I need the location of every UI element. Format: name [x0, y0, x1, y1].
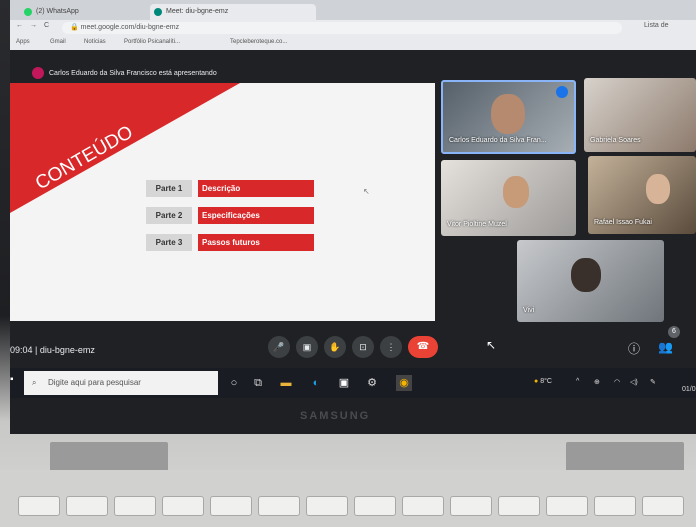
meet-icon: [154, 8, 162, 16]
participant-video: [571, 258, 601, 292]
keyboard-key: [66, 496, 108, 516]
bookmark-noticias[interactable]: Notícias: [84, 39, 106, 45]
forward-icon[interactable]: →: [30, 22, 37, 29]
keyboard-key: [18, 496, 60, 516]
bookmark-tepcle[interactable]: Tepcleberoteque.co...: [230, 39, 287, 45]
cortana-icon[interactable]: ○: [226, 375, 242, 391]
presenter-avatar: [32, 67, 44, 79]
mouse-cursor-icon: ↖: [486, 338, 497, 352]
network-icon[interactable]: ⊕: [594, 378, 600, 386]
raise-hand-button[interactable]: ✋: [324, 336, 346, 358]
url-field[interactable]: 🔒 meet.google.com/diu-bgne-emz: [62, 22, 622, 34]
participants-icon[interactable]: 👥: [658, 340, 673, 354]
lock-icon: 🔒: [70, 24, 81, 31]
keyboard-key: [642, 496, 684, 516]
store-icon[interactable]: ▣: [336, 375, 352, 391]
browser-tab-bar: (2) WhatsApp Meet: diu-bgne-emz: [10, 0, 696, 20]
settings-icon[interactable]: ⚙: [364, 375, 380, 391]
present-button[interactable]: ⊡: [352, 336, 374, 358]
keyboard-key: [450, 496, 492, 516]
speaking-icon: [556, 86, 568, 98]
pen-icon[interactable]: ✎: [650, 378, 656, 386]
laptop-brand-logo: SAMSUNG: [300, 410, 371, 422]
edge-icon[interactable]: ◐: [308, 375, 324, 391]
camera-button[interactable]: ▣: [296, 336, 318, 358]
keyboard-key: [402, 496, 444, 516]
participant-tile[interactable]: Carlos Eduardo da Silva Fran...: [441, 80, 576, 154]
address-bar-row: ← → C 🔒 meet.google.com/diu-bgne-emz Lis…: [10, 20, 696, 36]
info-icon[interactable]: ⓘ: [628, 340, 640, 357]
back-icon[interactable]: ←: [16, 22, 23, 29]
bookmark-portfolio[interactable]: Portfólio Psicanalíti...: [124, 39, 180, 45]
participant-tile[interactable]: Vivi: [517, 240, 664, 322]
participant-tile[interactable]: Gabriela Soares: [584, 78, 696, 152]
windows-start-icon[interactable]: ▪: [10, 374, 14, 385]
search-icon: ⌕: [32, 378, 37, 387]
keyboard-key: [306, 496, 348, 516]
keyboard-key: [114, 496, 156, 516]
bookmark-gmail[interactable]: Gmail: [50, 39, 66, 45]
laptop-screen: (2) WhatsApp Meet: diu-bgne-emz ← → C 🔒 …: [10, 0, 696, 404]
bookmarks-bar: Apps Gmail Notícias Portfólio Psicanalít…: [10, 36, 696, 50]
reading-list[interactable]: Lista de: [644, 22, 669, 29]
wifi-icon[interactable]: ◠: [614, 378, 620, 386]
chrome-icon[interactable]: ◉: [396, 375, 412, 391]
keyboard-key: [546, 496, 588, 516]
keyboard-key: [210, 496, 252, 516]
slide-graphic: CONTEÚDO: [10, 83, 240, 213]
reload-icon[interactable]: C: [44, 22, 49, 29]
keyboard-key: [162, 496, 204, 516]
presenting-banner: Carlos Eduardo da Silva Francisco está a…: [32, 67, 217, 79]
participant-tile[interactable]: Rafael Issao Fukai: [588, 156, 696, 234]
meeting-details: 09:04 | diu-bgne-emz: [10, 345, 95, 355]
participant-video: [503, 176, 529, 208]
volume-icon[interactable]: ◁): [630, 378, 638, 386]
participant-tile[interactable]: Vitor Pioltine Muzel: [441, 160, 576, 236]
participants-count-badge: 6: [668, 326, 680, 338]
tab-whatsapp[interactable]: (2) WhatsApp: [20, 4, 156, 20]
file-explorer-icon[interactable]: ▬: [278, 375, 294, 391]
keyboard-key: [594, 496, 636, 516]
keyboard-key: [354, 496, 396, 516]
bookmark-apps[interactable]: Apps: [16, 39, 30, 45]
participant-video: [491, 94, 525, 134]
end-call-button[interactable]: ☎: [408, 336, 438, 358]
tab-meet[interactable]: Meet: diu-bgne-emz: [150, 4, 316, 20]
mouse-cursor-icon: ↖: [363, 187, 370, 196]
participant-video: [646, 174, 670, 204]
taskbar-search-box[interactable]: ⌕ Digite aqui para pesquisar: [24, 371, 218, 395]
task-view-icon[interactable]: ⧉: [250, 375, 266, 391]
sun-icon: ●: [534, 378, 539, 385]
keyboard-key: [258, 496, 300, 516]
whatsapp-icon: [24, 8, 32, 16]
keyboard-key: [498, 496, 540, 516]
clock-date[interactable]: 01/0: [682, 386, 696, 393]
tray-expand-icon[interactable]: ^: [576, 378, 579, 385]
weather-indicator[interactable]: ● 8°C: [534, 378, 552, 385]
more-options-button[interactable]: ⋮: [380, 336, 402, 358]
mic-button[interactable]: 🎤: [268, 336, 290, 358]
presentation-slide: CONTEÚDO Parte 1 Descrição Parte 2 Espec…: [10, 83, 435, 321]
